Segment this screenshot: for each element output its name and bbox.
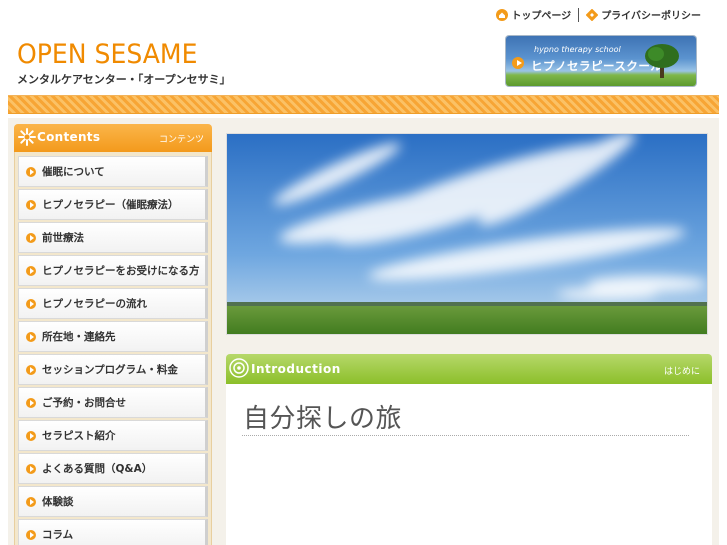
header-links: トップページ プライバシーポリシー: [496, 7, 701, 22]
sidebar-item-faq[interactable]: よくある質問（Q&A）: [18, 453, 208, 484]
sidebar-item-location[interactable]: 所在地・連絡先: [18, 321, 208, 352]
arrow-icon: [26, 529, 36, 540]
dotted-divider: [242, 435, 689, 436]
sidebar-menu: 催眠について ヒプノセラピー（催眠療法） 前世療法 ヒプノセラピーをお受けになる…: [14, 152, 212, 545]
sidebar: Contents コンテンツ 催眠について ヒプノセラピー（催眠療法） 前世療法…: [14, 124, 212, 545]
privacy-policy-link[interactable]: プライバシーポリシー: [586, 7, 701, 22]
sidebar-title: Contents: [37, 130, 101, 144]
logo-subtitle: メンタルケアセンター・「オープンセサミ」: [17, 73, 231, 86]
introduction-header: Introduction はじめに: [226, 354, 712, 384]
sidebar-item-therapist[interactable]: セラピスト紹介: [18, 420, 208, 451]
sidebar-item-label: 前世療法: [42, 232, 84, 244]
hypnotherapy-school-banner[interactable]: hypno therapy school ヒプノセラピースクール: [506, 36, 696, 86]
sidebar-item-label: セッションプログラム・料金: [42, 364, 178, 376]
sidebar-item-label: セラピスト紹介: [42, 430, 116, 442]
sidebar-item-reservation[interactable]: ご予約・お問合せ: [18, 387, 208, 418]
introduction-body: 自分探しの旅: [226, 384, 712, 545]
arrow-icon: [26, 496, 36, 507]
privacy-icon: [586, 8, 599, 21]
introduction-title: Introduction: [251, 362, 341, 376]
top-page-link[interactable]: トップページ: [496, 7, 571, 22]
logo-title: OPEN SESAME: [17, 39, 198, 70]
sidebar-title-jp: コンテンツ: [158, 135, 204, 145]
arrow-icon: [26, 331, 36, 342]
tree-icon: [645, 44, 679, 78]
sidebar-item-label: ヒプノセラピーをお受けになる方: [42, 265, 200, 277]
arrow-icon: [26, 430, 36, 441]
arrow-icon: [26, 397, 36, 408]
sky-field-illustration: [227, 134, 707, 334]
introduction-title-jp: はじめに: [663, 367, 700, 377]
sidebar-item-column[interactable]: コラム: [18, 519, 208, 545]
home-icon: [496, 8, 509, 21]
header-stripe-bar: [8, 95, 719, 114]
flower-icon: [18, 128, 36, 146]
introduction-heading: 自分探しの旅: [243, 404, 403, 434]
school-banner-caption: hypno therapy school: [534, 45, 621, 54]
sidebar-item-testimonials[interactable]: 体験談: [18, 486, 208, 517]
arrow-icon: [26, 463, 36, 474]
sidebar-item-programs[interactable]: セッションプログラム・料金: [18, 354, 208, 385]
sidebar-item-label: ご予約・お問合せ: [42, 397, 126, 409]
sidebar-header: Contents コンテンツ: [14, 124, 212, 152]
arrow-icon: [26, 364, 36, 375]
sidebar-item-label: コラム: [42, 529, 74, 541]
hero-landscape-image: [226, 133, 708, 335]
sidebar-item-for-clients[interactable]: ヒプノセラピーをお受けになる方: [18, 255, 208, 286]
sidebar-item-label: 催眠について: [42, 166, 105, 178]
sidebar-item-hypnotherapy[interactable]: ヒプノセラピー（催眠療法）: [18, 189, 208, 220]
top-page-link-label: トップページ: [511, 11, 572, 22]
flower-icon: [229, 358, 249, 378]
site-logo[interactable]: OPEN SESAME メンタルケアセンター・「オープンセサミ」: [17, 40, 231, 87]
arrow-icon: [26, 166, 36, 177]
sidebar-item-label: ヒプノセラピーの流れ: [42, 298, 147, 310]
privacy-policy-link-label: プライバシーポリシー: [601, 11, 701, 22]
sidebar-item-label: よくある質問（Q&A）: [42, 463, 153, 475]
sidebar-item-label: 所在地・連絡先: [42, 331, 116, 343]
sidebar-item-past-life[interactable]: 前世療法: [18, 222, 208, 253]
arrow-icon: [26, 199, 36, 210]
sidebar-item-label: ヒプノセラピー（催眠療法）: [42, 199, 179, 211]
sidebar-item-label: 体験談: [42, 496, 74, 508]
sidebar-item-hypnosis[interactable]: 催眠について: [18, 156, 208, 187]
arrow-icon: [26, 265, 36, 276]
arrow-icon: [26, 298, 36, 309]
arrow-icon: [26, 232, 36, 243]
sidebar-item-flow[interactable]: ヒプノセラピーの流れ: [18, 288, 208, 319]
link-separator: [578, 7, 580, 22]
arrow-icon: [512, 57, 524, 69]
